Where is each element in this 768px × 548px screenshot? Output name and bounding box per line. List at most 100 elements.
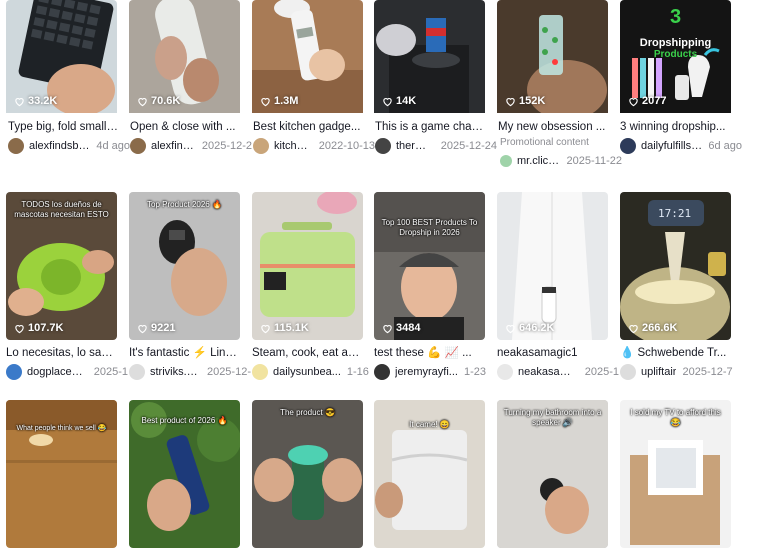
author-name[interactable]: upliftair: [641, 366, 676, 378]
caption[interactable]: Lo necesitas, lo sab...: [6, 346, 117, 360]
white-shirt-image: [497, 192, 608, 340]
video-meta: jeremyrayfi... 1-23: [374, 364, 496, 380]
caption[interactable]: My new obsession ...: [498, 120, 609, 134]
heart-icon: [506, 324, 515, 333]
video-thumbnail[interactable]: Top Product 2026 🔥 9221: [129, 192, 240, 340]
caption[interactable]: 3 winning dropship...: [620, 120, 731, 134]
video-thumbnail[interactable]: I sold my TV to afford this 😂: [620, 400, 731, 548]
post-date: 1-16: [346, 366, 369, 378]
post-date: 2022-10-13: [318, 140, 375, 152]
video-meta: dogplacest... 2025-1: [6, 364, 128, 380]
video-card[interactable]: 17:21 266.6K 💧 Schwebende Tr... upliftai…: [620, 192, 733, 380]
post-date: 2025-1: [93, 366, 128, 378]
post-date: 2025-12-24: [440, 140, 497, 152]
avatar[interactable]: [620, 364, 636, 380]
video-card[interactable]: It came! 😄: [374, 400, 485, 548]
author-name[interactable]: alexfindsbest: [151, 140, 196, 152]
avatar[interactable]: [130, 138, 146, 154]
author-name[interactable]: dogplacest...: [27, 366, 88, 378]
overlay-text: It came! 😄: [409, 420, 450, 429]
caption[interactable]: This is a game chan...: [375, 120, 486, 134]
author-name[interactable]: neakasama...: [518, 366, 579, 378]
avatar[interactable]: [620, 138, 636, 154]
video-card[interactable]: Top Product 2026 🔥 9221 It's fantastic ⚡…: [129, 192, 251, 380]
post-date: 2025-11-22: [566, 155, 622, 167]
author-name[interactable]: kitchencon...: [274, 140, 313, 152]
like-count: 14K: [382, 95, 416, 107]
video-card[interactable]: I sold my TV to afford this 😂: [620, 400, 731, 548]
post-date: 2025-12-7: [682, 366, 733, 378]
post-date: 2025-12-2: [201, 140, 252, 152]
avatar[interactable]: [374, 364, 390, 380]
author-name[interactable]: dailysunbea...: [273, 366, 341, 378]
video-thumbnail[interactable]: 17:21 266.6K: [620, 192, 731, 340]
avatar[interactable]: [252, 364, 268, 380]
promotional-label: Promotional content: [500, 137, 589, 148]
overlay-title: Dropshipping: [639, 37, 712, 49]
avatar[interactable]: [129, 364, 145, 380]
author-name[interactable]: jeremyrayfi...: [395, 366, 458, 378]
author-name[interactable]: mr.clickie: [517, 155, 561, 167]
like-count: 9221: [137, 322, 175, 334]
like-count: 3484: [382, 322, 420, 334]
video-thumbnail[interactable]: Turning my bathroom into a speaker 🔊: [497, 400, 608, 548]
avatar[interactable]: [6, 364, 22, 380]
handheld-device-image: [129, 192, 240, 340]
overlay-text: Best product of 2026 🔥: [141, 416, 228, 425]
like-count: 33.2K: [14, 95, 57, 107]
video-meta: striviks.store 2025-12-: [129, 364, 251, 380]
avatar[interactable]: [375, 138, 391, 154]
caption[interactable]: test these 💪 📈 ...: [374, 346, 485, 360]
overlay-text: Top Product 2026 🔥: [147, 200, 222, 209]
author-name[interactable]: striviks.store: [150, 366, 201, 378]
overlay-text: What people think we sell 😂: [16, 425, 107, 432]
video-thumbnail[interactable]: Top 100 BEST Products To Dropship in 202…: [374, 192, 485, 340]
video-thumbnail[interactable]: TODOS los dueños de mascotas necesitan E…: [6, 192, 117, 340]
video-card[interactable]: What people think we sell 😂: [6, 400, 117, 548]
video-card[interactable]: Turning my bathroom into a speaker 🔊: [497, 400, 608, 548]
video-thumbnail[interactable]: 646.2K: [497, 192, 608, 340]
video-card[interactable]: 646.2K neakasamagic1 neakasama... 2025-1: [497, 192, 619, 380]
heart-icon: [506, 97, 515, 106]
caption[interactable]: Open & close with ...: [130, 120, 241, 134]
avatar[interactable]: [500, 155, 512, 167]
post-date: 4d ago: [96, 140, 130, 152]
video-card[interactable]: The product 😎: [252, 400, 363, 548]
video-thumbnail[interactable]: 115.1K: [252, 192, 363, 340]
like-count: 266.6K: [628, 322, 677, 334]
heart-icon: [629, 324, 638, 333]
post-date: 6d ago: [708, 140, 742, 152]
video-meta: alexfindsbest 2025-12-2: [130, 138, 252, 154]
video-thumbnail[interactable]: It came! 😄: [374, 400, 485, 548]
video-thumbnail[interactable]: What people think we sell 😂: [6, 400, 117, 548]
caption[interactable]: It's fantastic ⚡ Link...: [129, 346, 240, 360]
author-name[interactable]: thermacups...: [396, 140, 435, 152]
caption[interactable]: Best kitchen gadge...: [253, 120, 364, 134]
like-count: 152K: [505, 95, 545, 107]
video-card[interactable]: TODOS los dueños de mascotas necesitan E…: [6, 192, 128, 380]
heart-icon: [383, 97, 392, 106]
avatar[interactable]: [497, 364, 513, 380]
caption[interactable]: Type big, fold small....: [8, 120, 119, 134]
author-name[interactable]: dailyfulfillso...: [641, 140, 702, 152]
caption[interactable]: 💧 Schwebende Tr...: [620, 346, 731, 360]
video-thumbnail[interactable]: The product 😎: [252, 400, 363, 548]
video-card[interactable]: Top 100 BEST Products To Dropship in 202…: [374, 192, 486, 380]
video-meta: dailyfulfillso... 6d ago: [620, 138, 742, 154]
video-meta: dailysunbea... 1-16: [252, 364, 374, 380]
author-name[interactable]: alexfindsbest: [29, 140, 90, 152]
like-count: 646.2K: [505, 322, 554, 334]
video-thumbnail[interactable]: Best product of 2026 🔥: [129, 400, 240, 548]
heart-icon: [383, 324, 392, 333]
video-meta: kitchencon... 2022-10-13: [253, 138, 375, 154]
like-count: 2077: [628, 95, 666, 107]
video-card[interactable]: 115.1K Steam, cook, eat an... dailysunbe…: [252, 192, 369, 380]
caption[interactable]: Steam, cook, eat an...: [252, 346, 363, 360]
caption[interactable]: neakasamagic1: [497, 346, 608, 360]
video-card[interactable]: Best product of 2026 🔥: [129, 400, 240, 548]
heart-icon: [261, 97, 270, 106]
avatar[interactable]: [253, 138, 269, 154]
overlay-number: 3: [669, 6, 682, 28]
tumbler-product-image: [252, 400, 363, 548]
avatar[interactable]: [8, 138, 24, 154]
